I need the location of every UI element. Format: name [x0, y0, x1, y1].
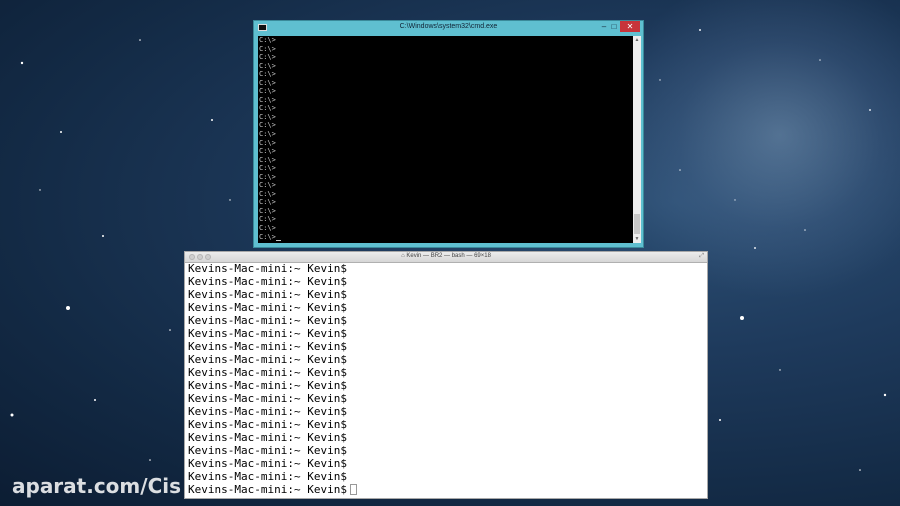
- fullscreen-icon[interactable]: ⤢: [699, 253, 704, 260]
- bash-prompt-line: Kevins-Mac-mini:~ Kevin$: [188, 314, 347, 327]
- bash-prompt-line: Kevins-Mac-mini:~ Kevin$: [188, 288, 347, 301]
- cmd-prompt-line: C:\>: [259, 138, 276, 147]
- cmd-prompt-line: C:\>: [259, 78, 276, 87]
- bash-prompt-line: Kevins-Mac-mini:~ Kevin$: [188, 301, 347, 314]
- cmd-prompt-line: C:\>: [259, 70, 276, 79]
- bash-prompt-line: Kevins-Mac-mini:~ Kevin$: [188, 275, 347, 288]
- bash-prompt-line: Kevins-Mac-mini:~ Kevin$: [188, 327, 347, 340]
- cmd-prompt-line: C:\>: [259, 147, 276, 156]
- cmd-prompt-line: C:\>: [259, 224, 276, 233]
- cmd-prompt-line: C:\>: [259, 215, 276, 224]
- mac-terminal-window[interactable]: ⌂ Kevin — BR2 — bash — 69×18 ⤢ Kevins-Ma…: [184, 251, 708, 499]
- bash-prompt-line: Kevins-Mac-mini:~ Kevin$: [188, 340, 347, 353]
- bash-prompt-line: Kevins-Mac-mini:~ Kevin$: [188, 431, 347, 444]
- bash-prompt-line: Kevins-Mac-mini:~ Kevin$: [188, 353, 347, 366]
- cmd-scrollbar[interactable]: ▲ ▼: [633, 36, 641, 243]
- bash-prompt-line: Kevins-Mac-mini:~ Kevin$: [188, 470, 347, 483]
- close-button[interactable]: ✕: [620, 21, 640, 32]
- cmd-output: C:\> C:\> C:\> C:\> C:\> C:\> C:\> C:\> C:\> C:\>…: [258, 36, 633, 242]
- cmd-window[interactable]: C:\Windows\system32\cmd.exe – □ ✕ C:\> C:…: [253, 20, 644, 248]
- scroll-up-icon[interactable]: ▲: [633, 36, 641, 44]
- bash-prompt-line: Kevins-Mac-mini:~ Kevin$: [188, 405, 347, 418]
- cmd-prompt-line: C:\>: [259, 95, 276, 104]
- home-icon: ⌂: [401, 253, 405, 259]
- cmd-prompt-line: C:\>: [259, 36, 276, 44]
- bash-prompt-line: Kevins-Mac-mini:~ Kevin$: [188, 444, 347, 457]
- cmd-prompt-line: C:\>: [259, 164, 276, 173]
- cmd-prompt-line: C:\>: [259, 206, 276, 215]
- mac-title-text: Kevin — BR2 — bash — 69×18: [406, 253, 491, 259]
- mac-terminal-output[interactable]: Kevins-Mac-mini:~ Kevin$ Kevins-Mac-mini:…: [188, 262, 357, 496]
- cmd-prompt-line: C:\>: [259, 61, 276, 70]
- bash-prompt-line: Kevins-Mac-mini:~ Kevin$: [188, 392, 347, 405]
- cmd-prompt-line: C:\>: [259, 189, 276, 198]
- cmd-console[interactable]: C:\> C:\> C:\> C:\> C:\> C:\> C:\> C:\> C:\> C:\>…: [258, 36, 633, 243]
- bash-prompt-line: Kevins-Mac-mini:~ Kevin$: [188, 457, 347, 470]
- cmd-prompt-line: C:\>: [259, 130, 276, 139]
- cmd-prompt-line: C:\>: [259, 44, 276, 53]
- bash-prompt-line: Kevins-Mac-mini:~ Kevin$: [188, 483, 357, 496]
- cmd-prompt-line: C:\>: [259, 53, 276, 62]
- cmd-window-title: C:\Windows\system32\cmd.exe: [399, 23, 498, 30]
- cmd-prompt-line: C:\>: [259, 198, 276, 207]
- bash-prompt-line: Kevins-Mac-mini:~ Kevin$: [188, 366, 347, 379]
- cmd-prompt-line: C:\>: [259, 155, 276, 164]
- cmd-titlebar[interactable]: C:\Windows\system32\cmd.exe – □ ✕: [254, 21, 643, 35]
- bash-prompt-line: Kevins-Mac-mini:~ Kevin$: [188, 379, 347, 392]
- cmd-prompt-line: C:\>: [259, 87, 276, 96]
- watermark: aparat.com/Cis: [12, 474, 182, 498]
- cmd-prompt-line: C:\>: [259, 172, 276, 181]
- mac-window-title: ⌂ Kevin — BR2 — bash — 69×18: [185, 253, 707, 259]
- bash-cursor: [349, 484, 357, 495]
- minimize-button[interactable]: –: [599, 22, 609, 32]
- cmd-prompt-line: C:\>: [259, 121, 276, 130]
- cmd-prompt-line: C:\>: [259, 104, 276, 113]
- bash-prompt-line: Kevins-Mac-mini:~ Kevin$: [188, 262, 347, 275]
- scroll-thumb[interactable]: [634, 214, 640, 234]
- bash-prompt-line: Kevins-Mac-mini:~ Kevin$: [188, 418, 347, 431]
- maximize-button[interactable]: □: [609, 22, 619, 32]
- cmd-prompt-line: C:\>: [259, 181, 276, 190]
- cmd-prompt-line: C:\>: [259, 112, 276, 121]
- cmd-prompt-line: C:\>: [259, 233, 633, 242]
- cmd-cursor: [275, 240, 281, 242]
- scroll-down-icon[interactable]: ▼: [633, 235, 641, 243]
